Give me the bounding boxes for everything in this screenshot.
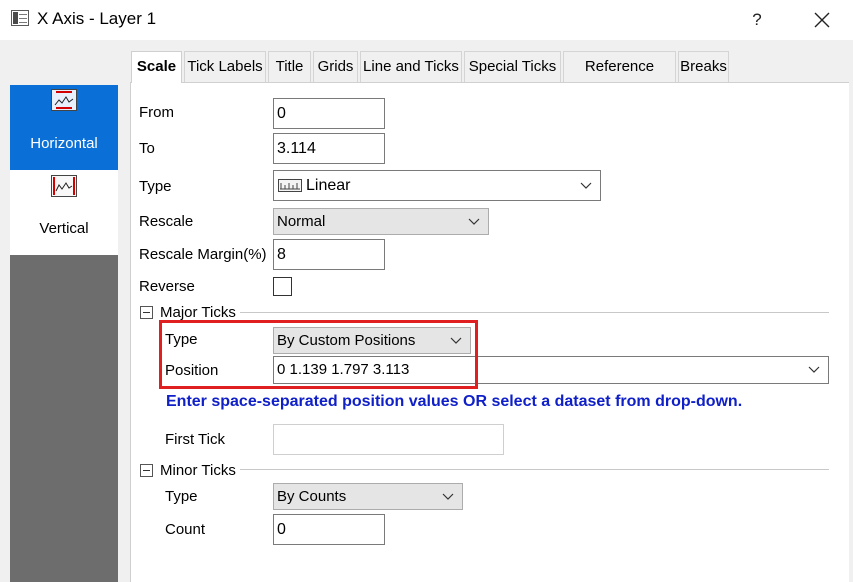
rescale-margin-field[interactable]: 8 bbox=[273, 239, 385, 270]
vertical-axis-icon bbox=[51, 175, 77, 197]
tab-breaks[interactable]: Breaks bbox=[678, 51, 729, 82]
rescale-label: Rescale bbox=[139, 213, 194, 230]
count-label: Count bbox=[165, 521, 206, 538]
tab-scale[interactable]: Scale bbox=[131, 51, 182, 83]
tab-grids[interactable]: Grids bbox=[313, 51, 358, 82]
type-label: Type bbox=[139, 178, 172, 195]
rescale-dropdown[interactable]: Normal bbox=[273, 208, 489, 235]
red-highlight-box bbox=[159, 320, 478, 389]
first-tick-field[interactable] bbox=[273, 424, 504, 455]
chevron-down-icon bbox=[468, 218, 480, 226]
chevron-down-icon bbox=[808, 366, 820, 374]
first-tick-label: First Tick bbox=[165, 431, 225, 448]
tab-reference-lines[interactable]: Reference Lines bbox=[563, 51, 676, 104]
minor-ticks-heading: Minor Ticks bbox=[160, 462, 236, 479]
to-field[interactable]: 3.114 bbox=[273, 133, 385, 164]
window-icon bbox=[11, 10, 29, 26]
tab-tick-labels[interactable]: Tick Labels bbox=[184, 51, 266, 82]
minor-type-label: Type bbox=[165, 488, 198, 505]
scale-type-value: Linear bbox=[306, 177, 351, 194]
sidebar-item-label: Horizontal bbox=[30, 135, 98, 152]
collapse-minor-ticks-icon[interactable] bbox=[140, 464, 153, 477]
from-label: From bbox=[139, 104, 174, 121]
title-bar: X Axis - Layer 1 ? bbox=[0, 0, 853, 40]
window-title: X Axis - Layer 1 bbox=[37, 9, 157, 28]
tab-line-and-ticks[interactable]: Line and Ticks bbox=[360, 51, 462, 82]
minor-type-value: By Counts bbox=[277, 488, 347, 505]
section-divider bbox=[240, 312, 829, 313]
close-icon[interactable] bbox=[807, 5, 837, 35]
collapse-major-ticks-icon[interactable] bbox=[140, 306, 153, 319]
sidebar-item-horizontal[interactable]: Horizontal bbox=[10, 85, 118, 170]
horizontal-axis-icon bbox=[51, 89, 77, 111]
minor-type-dropdown[interactable]: By Counts bbox=[273, 483, 463, 510]
reverse-checkbox[interactable] bbox=[273, 277, 292, 296]
scale-type-dropdown[interactable]: Linear bbox=[273, 170, 601, 201]
from-field[interactable]: 0 bbox=[273, 98, 385, 129]
to-label: To bbox=[139, 140, 155, 157]
reverse-label: Reverse bbox=[139, 278, 195, 295]
sidebar-item-vertical[interactable]: Vertical bbox=[10, 170, 118, 255]
axis-sidebar: Horizontal Vertical bbox=[10, 85, 118, 582]
tab-title[interactable]: Title bbox=[268, 51, 311, 82]
tab-special-ticks[interactable]: Special Ticks bbox=[464, 51, 561, 82]
section-divider bbox=[240, 469, 829, 470]
count-field[interactable]: 0 bbox=[273, 514, 385, 545]
rescale-margin-label: Rescale Margin(%) bbox=[139, 246, 267, 263]
sidebar-item-label: Vertical bbox=[39, 220, 89, 237]
help-button[interactable]: ? bbox=[743, 6, 771, 34]
chevron-down-icon bbox=[580, 182, 592, 190]
rescale-value: Normal bbox=[277, 213, 326, 230]
major-ticks-heading: Major Ticks bbox=[160, 304, 236, 321]
linear-scale-icon bbox=[278, 179, 302, 192]
chevron-down-icon bbox=[442, 493, 454, 501]
position-hint-text: Enter space-separated position values OR… bbox=[166, 393, 743, 410]
